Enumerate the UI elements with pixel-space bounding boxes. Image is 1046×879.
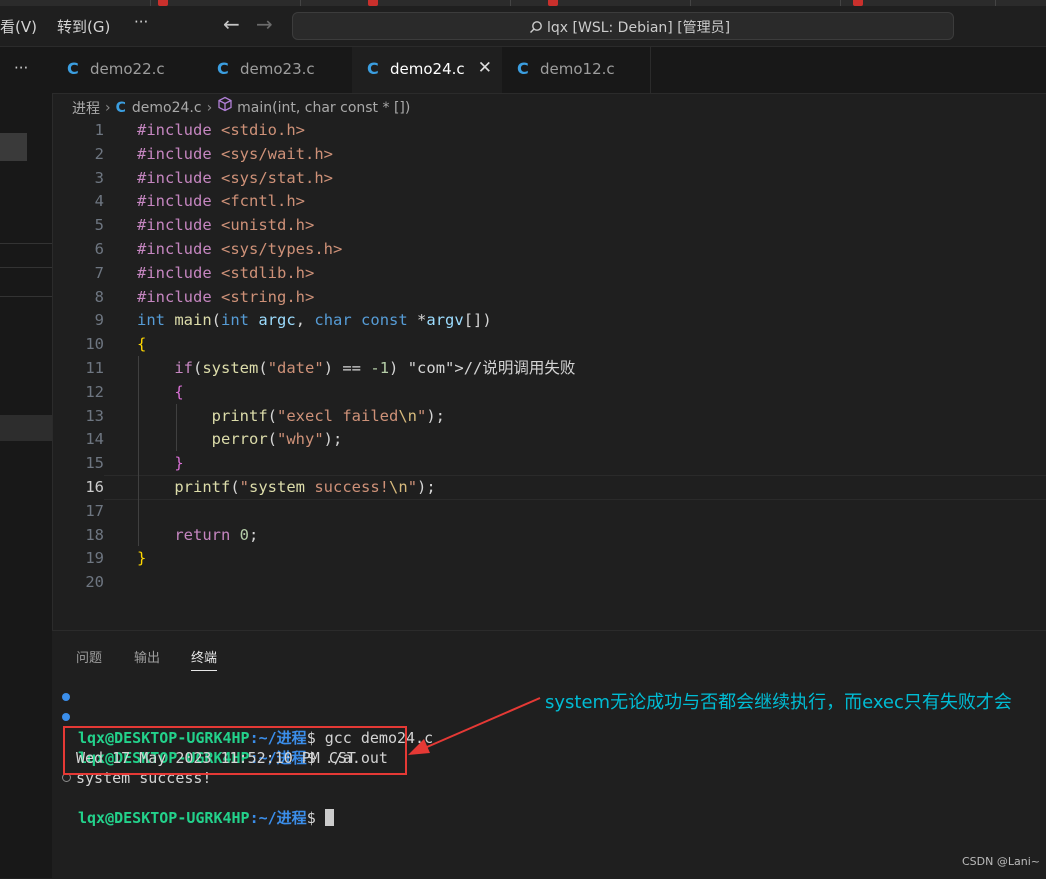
watermark: CSDN @Lani~ <box>962 855 1040 868</box>
annotation-arrow-icon <box>408 697 541 755</box>
annotation-note: system无论成功与否都会继续执行，而exec只有失败才会 <box>545 692 1012 713</box>
